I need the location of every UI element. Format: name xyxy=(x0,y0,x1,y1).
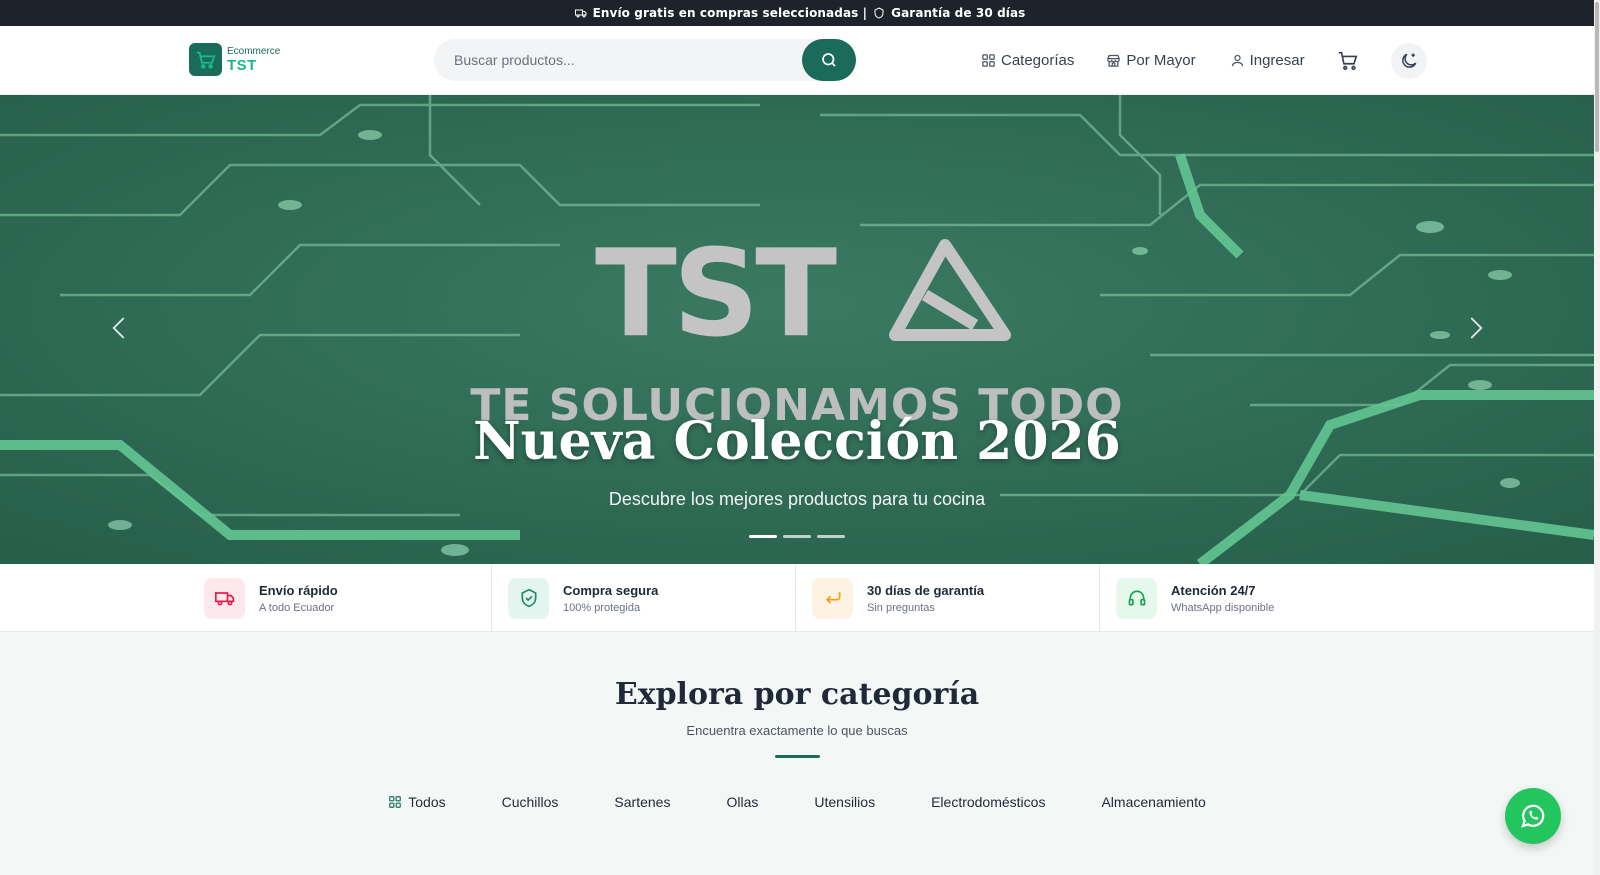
logo-big-text: TST xyxy=(227,56,257,74)
feature-subtitle: 100% protegida xyxy=(563,601,641,614)
feature-subtitle: A todo Ecuador xyxy=(259,601,335,614)
theme-toggle-button[interactable] xyxy=(1390,42,1427,79)
nav-categories[interactable]: Categorías xyxy=(981,52,1074,69)
categories-title: Explora por categoría xyxy=(614,677,980,712)
tab-label: Sartenes xyxy=(614,794,671,810)
shield-icon xyxy=(874,7,884,19)
tab-electrodomesticos[interactable]: Electrodomésticos xyxy=(903,788,1073,816)
shield-check-icon xyxy=(508,577,549,619)
feature-title: Atención 24/7 xyxy=(1171,582,1256,598)
announcement-text: Envío gratis en compras seleccionadas | xyxy=(592,6,868,20)
categories-subtitle: Encuentra exactamente lo que buscas xyxy=(686,723,908,738)
carousel-prev-icon[interactable] xyxy=(105,313,135,343)
nav-login-label: Ingresar xyxy=(1249,52,1305,69)
category-tabs: Todos Cuchillos Sartenes Ollas Utensilio… xyxy=(0,788,1594,816)
logo-small-text: Ecommerce xyxy=(227,45,281,57)
hero-brand-text: TST xyxy=(595,235,837,355)
search-button[interactable] xyxy=(802,39,856,81)
hero-subtitle: Descubre los mejores productos para tu c… xyxy=(608,489,986,509)
truck-icon xyxy=(204,577,245,619)
features-strip: Envío rápido A todo Ecuador Compra segur… xyxy=(0,564,1594,632)
site-logo[interactable]: Ecommerce TST xyxy=(189,43,280,76)
site-header: Ecommerce TST Categorías Por Mayor Ingre… xyxy=(0,26,1600,95)
title-underline xyxy=(775,755,820,758)
categories-section: Explora por categoría Encuentra exactame… xyxy=(0,633,1594,875)
carousel-next-icon[interactable] xyxy=(1460,313,1490,343)
carousel-dot-3[interactable] xyxy=(817,535,845,538)
feature-item: Envío rápido A todo Ecuador xyxy=(188,564,492,632)
scrollbar-thumb[interactable] xyxy=(1595,2,1599,152)
tab-label: Todos xyxy=(408,794,446,810)
headset-icon xyxy=(1116,577,1157,619)
tab-cuchillos[interactable]: Cuchillos xyxy=(474,788,587,816)
tab-todos[interactable]: Todos xyxy=(360,788,473,816)
tab-label: Almacenamiento xyxy=(1101,794,1206,810)
nav-wholesale-label: Por Mayor xyxy=(1126,52,1196,69)
page-scrollbar[interactable] xyxy=(1594,0,1600,875)
search-icon xyxy=(822,53,836,67)
main-nav: Categorías Por Mayor Ingresar xyxy=(981,26,1427,95)
tab-label: Electrodomésticos xyxy=(931,794,1046,810)
store-icon xyxy=(1107,54,1121,67)
tab-label: Cuchillos xyxy=(501,794,559,810)
user-icon xyxy=(1231,54,1243,67)
feature-title: 30 días de garantía xyxy=(867,582,985,598)
tab-utensilios[interactable]: Utensilios xyxy=(786,788,903,816)
tst-brand-logo-icon: TST xyxy=(595,235,1011,355)
search-bar xyxy=(434,39,856,81)
moon-icon xyxy=(1401,53,1416,68)
cart-icon[interactable] xyxy=(1337,50,1359,72)
whatsapp-button[interactable] xyxy=(1505,788,1561,844)
grid-icon xyxy=(982,54,995,67)
announcement-guarantee: Garantía de 30 días xyxy=(891,6,1026,20)
return-arrow-icon xyxy=(812,577,853,619)
announcement-bar: Envío gratis en compras seleccionadas | … xyxy=(0,0,1600,26)
nav-categories-label: Categorías xyxy=(1001,52,1075,69)
tab-label: Utensilios xyxy=(814,794,876,810)
search-input[interactable] xyxy=(434,39,774,81)
feature-subtitle: Sin preguntas xyxy=(867,601,935,614)
carousel-dot-1[interactable] xyxy=(749,535,777,538)
carousel-dot-2[interactable] xyxy=(783,535,811,538)
tab-ollas[interactable]: Ollas xyxy=(698,788,786,816)
whatsapp-icon xyxy=(1521,804,1545,828)
grid-icon xyxy=(389,796,402,808)
feature-item: Compra segura 100% protegida xyxy=(492,564,796,632)
feature-title: Envío rápido xyxy=(259,582,338,598)
feature-subtitle: WhatsApp disponible xyxy=(1171,601,1275,614)
tab-almacenamiento[interactable]: Almacenamiento xyxy=(1073,788,1233,816)
feature-item: Atención 24/7 WhatsApp disponible xyxy=(1100,564,1404,632)
cart-logo-icon xyxy=(189,43,222,76)
tab-sartenes[interactable]: Sartenes xyxy=(586,788,698,816)
nav-login[interactable]: Ingresar xyxy=(1230,52,1305,69)
feature-item: 30 días de garantía Sin preguntas xyxy=(796,564,1100,632)
hero-title: Nueva Colección 2026 xyxy=(473,411,1121,472)
carousel-indicators xyxy=(749,535,845,538)
nav-wholesale[interactable]: Por Mayor xyxy=(1106,52,1196,69)
tab-label: Ollas xyxy=(726,794,759,810)
truck-icon xyxy=(574,9,587,18)
hero-carousel: TST TE SOLUCIONAMOS TODO Nueva Colección… xyxy=(0,95,1594,564)
feature-title: Compra segura xyxy=(563,582,659,598)
